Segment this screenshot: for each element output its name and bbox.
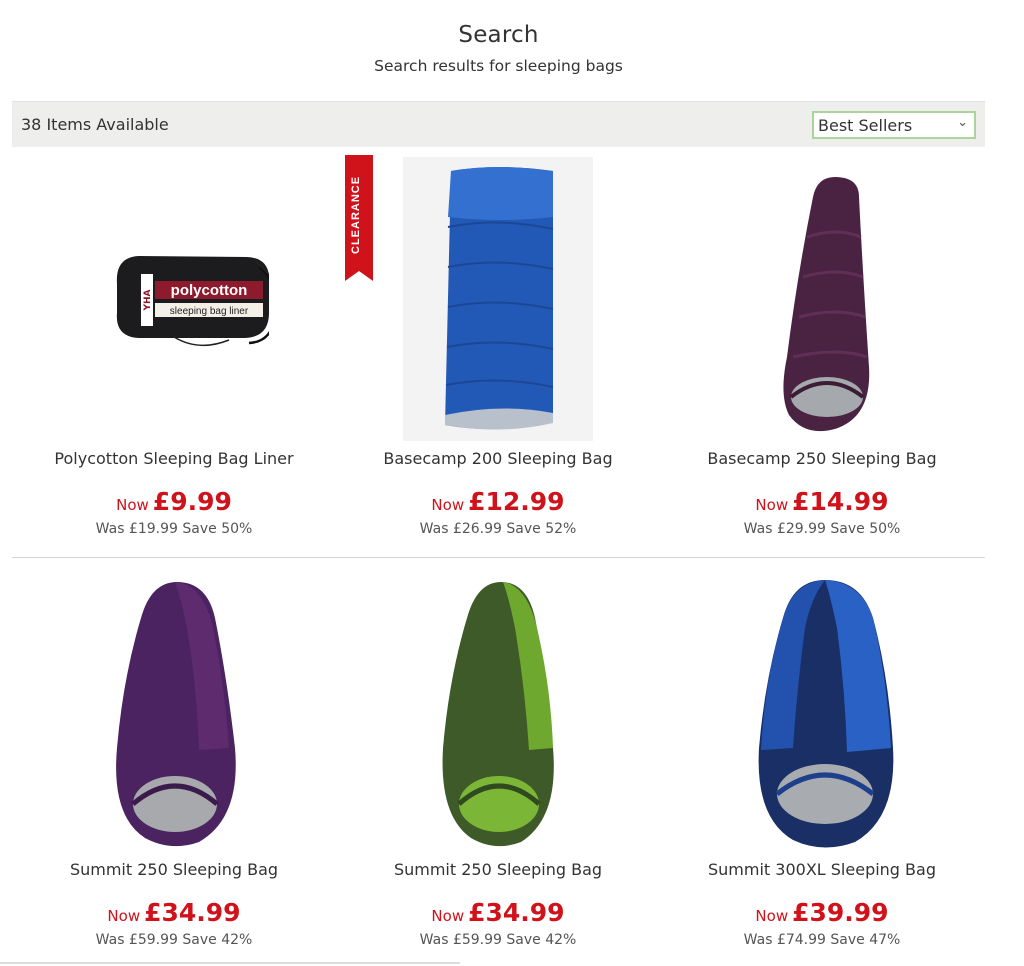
- product-name[interactable]: Summit 250 Sleeping Bag: [12, 860, 336, 879]
- liner-subtitle: sleeping bag liner: [170, 306, 249, 317]
- product-card[interactable]: Basecamp 200 Sleeping Bag Now £12.99 Was …: [336, 147, 660, 557]
- product-price: Now £9.99: [12, 487, 336, 516]
- product-name[interactable]: Summit 250 Sleeping Bag: [336, 860, 660, 879]
- clearance-label: CLEARANCE: [350, 175, 362, 255]
- now-label: Now: [431, 496, 465, 514]
- sort-select-value: Best Sellers: [818, 116, 913, 135]
- now-price: £34.99: [144, 898, 241, 927]
- product-image[interactable]: [79, 568, 269, 852]
- sort-select[interactable]: Best Sellers ⌄: [812, 111, 976, 139]
- page-subtitle: Search results for sleeping bags: [374, 57, 623, 75]
- product-row: Summit 250 Sleeping Bag Now £34.99 Was £5…: [12, 557, 985, 966]
- page-title: Search: [458, 22, 539, 48]
- product-card[interactable]: Summit 300XL Sleeping Bag Now £39.99 Was …: [660, 558, 984, 966]
- now-label: Now: [431, 907, 465, 925]
- product-row: YHA polycotton sleeping bag liner Polyco…: [12, 147, 985, 557]
- now-label: Now: [755, 496, 789, 514]
- product-grid: YHA polycotton sleeping bag liner Polyco…: [12, 147, 985, 966]
- product-name[interactable]: Polycotton Sleeping Bag Liner: [12, 449, 336, 468]
- product-price: Now £12.99: [336, 487, 660, 516]
- liner-brand: YHA: [143, 289, 153, 311]
- product-card[interactable]: Summit 250 Sleeping Bag Now £34.99 Was £5…: [336, 558, 660, 966]
- results-toolbar: 38 Items Available Best Sellers ⌄: [12, 101, 985, 147]
- product-image[interactable]: YHA polycotton sleeping bag liner: [79, 157, 283, 441]
- page-header: Search Search results for sleeping bags: [0, 22, 997, 75]
- items-count: 38 Items Available: [21, 115, 169, 134]
- product-price: Now £39.99: [660, 898, 984, 927]
- chevron-down-icon: ⌄: [957, 115, 968, 130]
- now-label: Now: [116, 496, 149, 514]
- product-card[interactable]: Summit 250 Sleeping Bag Now £34.99 Was £5…: [12, 558, 336, 966]
- product-card[interactable]: Basecamp 250 Sleeping Bag Now £14.99 Was …: [660, 147, 984, 557]
- was-price: Was £74.99 Save 47%: [743, 932, 901, 948]
- liner-title: polycotton: [171, 282, 248, 299]
- now-price: £14.99: [792, 487, 889, 516]
- was-price: Was £26.99 Save 52%: [419, 521, 577, 537]
- now-price: £12.99: [468, 487, 565, 516]
- now-price: £39.99: [792, 898, 889, 927]
- product-card[interactable]: YHA polycotton sleeping bag liner Polyco…: [12, 147, 336, 557]
- now-label: Now: [107, 907, 141, 925]
- product-price: Now £34.99: [12, 898, 336, 927]
- product-image[interactable]: [727, 157, 917, 441]
- product-name[interactable]: Basecamp 250 Sleeping Bag: [660, 449, 984, 468]
- product-name[interactable]: Basecamp 200 Sleeping Bag: [336, 449, 660, 468]
- was-price: Was £59.99 Save 42%: [95, 932, 253, 948]
- now-price: £34.99: [468, 898, 565, 927]
- now-label: Now: [755, 907, 789, 925]
- product-image[interactable]: [403, 568, 593, 852]
- was-price: Was £19.99 Save 50%: [95, 521, 253, 537]
- product-image[interactable]: [403, 157, 593, 441]
- was-price: Was £59.99 Save 42%: [419, 932, 577, 948]
- was-price: Was £29.99 Save 50%: [743, 521, 901, 537]
- product-image[interactable]: [727, 568, 917, 852]
- product-name[interactable]: Summit 300XL Sleeping Bag: [660, 860, 984, 879]
- clearance-badge: CLEARANCE: [345, 155, 373, 281]
- now-price: £9.99: [152, 487, 232, 516]
- product-price: Now £34.99: [336, 898, 660, 927]
- product-price: Now £14.99: [660, 487, 984, 516]
- horizontal-scrollbar[interactable]: [0, 962, 460, 964]
